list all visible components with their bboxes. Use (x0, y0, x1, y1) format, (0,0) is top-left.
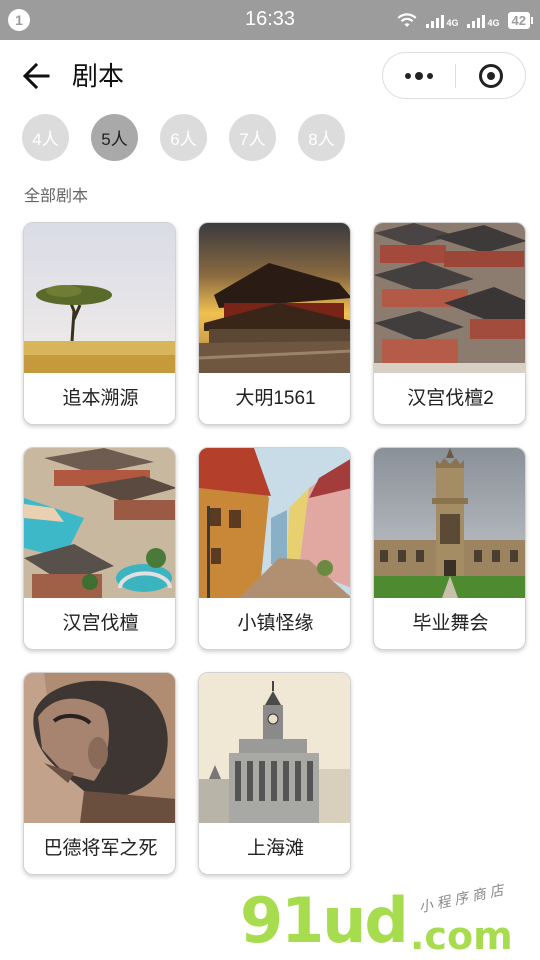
more-dots-icon[interactable] (383, 53, 455, 98)
page-title: 剧本 (72, 61, 125, 91)
script-card[interactable]: 汉宫伐檀 (23, 447, 176, 650)
script-card[interactable]: 巴德将军之死 (23, 672, 176, 875)
script-title: 上海滩 (246, 838, 304, 859)
signal-label: 4G (446, 18, 459, 28)
target-circle-icon[interactable] (456, 53, 526, 98)
script-title: 小镇怪缘 (237, 613, 314, 634)
savanna-acacia-tree-image (24, 223, 175, 373)
nav-bar: 剧本 (0, 40, 540, 112)
han-palace-rooftops-image (374, 223, 525, 373)
filter-chip-5[interactable]: 5人 (91, 114, 138, 161)
filter-chip-7[interactable]: 7人 (229, 114, 276, 161)
script-title: 巴德将军之死 (43, 838, 158, 859)
sketched-old-man-portrait-image (24, 673, 175, 823)
signal-icon: 4G (425, 12, 459, 28)
wifi-icon (397, 13, 416, 27)
watermark-main: 91ud (240, 884, 409, 957)
status-icons: 4G 4G 42 (396, 10, 534, 30)
script-card[interactable]: 上海滩 (198, 672, 351, 875)
script-card[interactable]: 毕业舞会 (373, 447, 526, 650)
arrow-left-icon[interactable] (20, 60, 54, 92)
script-card[interactable]: 汉宫伐檀2 (373, 222, 526, 425)
player-count-filter: 4人 5人 6人 7人 8人 (22, 114, 345, 162)
script-card[interactable]: 追本溯源 (23, 222, 176, 425)
ming-palace-sunset-image (199, 223, 350, 373)
watermark-tagline: 小程序商店 (417, 881, 509, 917)
script-title: 汉宫伐檀2 (407, 388, 494, 409)
script-card[interactable]: 小镇怪缘 (198, 447, 351, 650)
script-title: 汉宫伐檀 (62, 613, 139, 634)
watermark-suffix: .com (410, 914, 513, 958)
mini-program-capsule (382, 52, 526, 99)
battery-icon: 42 (507, 11, 534, 29)
signal-label: 4G (487, 18, 500, 28)
signal-icon: 4G (466, 12, 500, 28)
filter-chip-8[interactable]: 8人 (298, 114, 345, 161)
shanghai-bund-clocktower-image (199, 673, 350, 823)
filter-chip-6[interactable]: 6人 (160, 114, 207, 161)
watermark-logo: 91ud .com 小程序商店 (240, 882, 540, 960)
script-title: 追本溯源 (62, 388, 139, 409)
status-bar: 1 16:33 4G 4G 42 (0, 0, 540, 40)
college-tower-quad-image (374, 448, 525, 598)
han-palace-model-waterway-image (24, 448, 175, 598)
script-card[interactable]: 大明1561 (198, 222, 351, 425)
section-title: 全部剧本 (24, 188, 89, 205)
script-title: 大明1561 (235, 388, 316, 409)
script-title: 毕业舞会 (412, 613, 489, 634)
painted-town-street-image (199, 448, 350, 598)
filter-chip-4[interactable]: 4人 (22, 114, 69, 161)
